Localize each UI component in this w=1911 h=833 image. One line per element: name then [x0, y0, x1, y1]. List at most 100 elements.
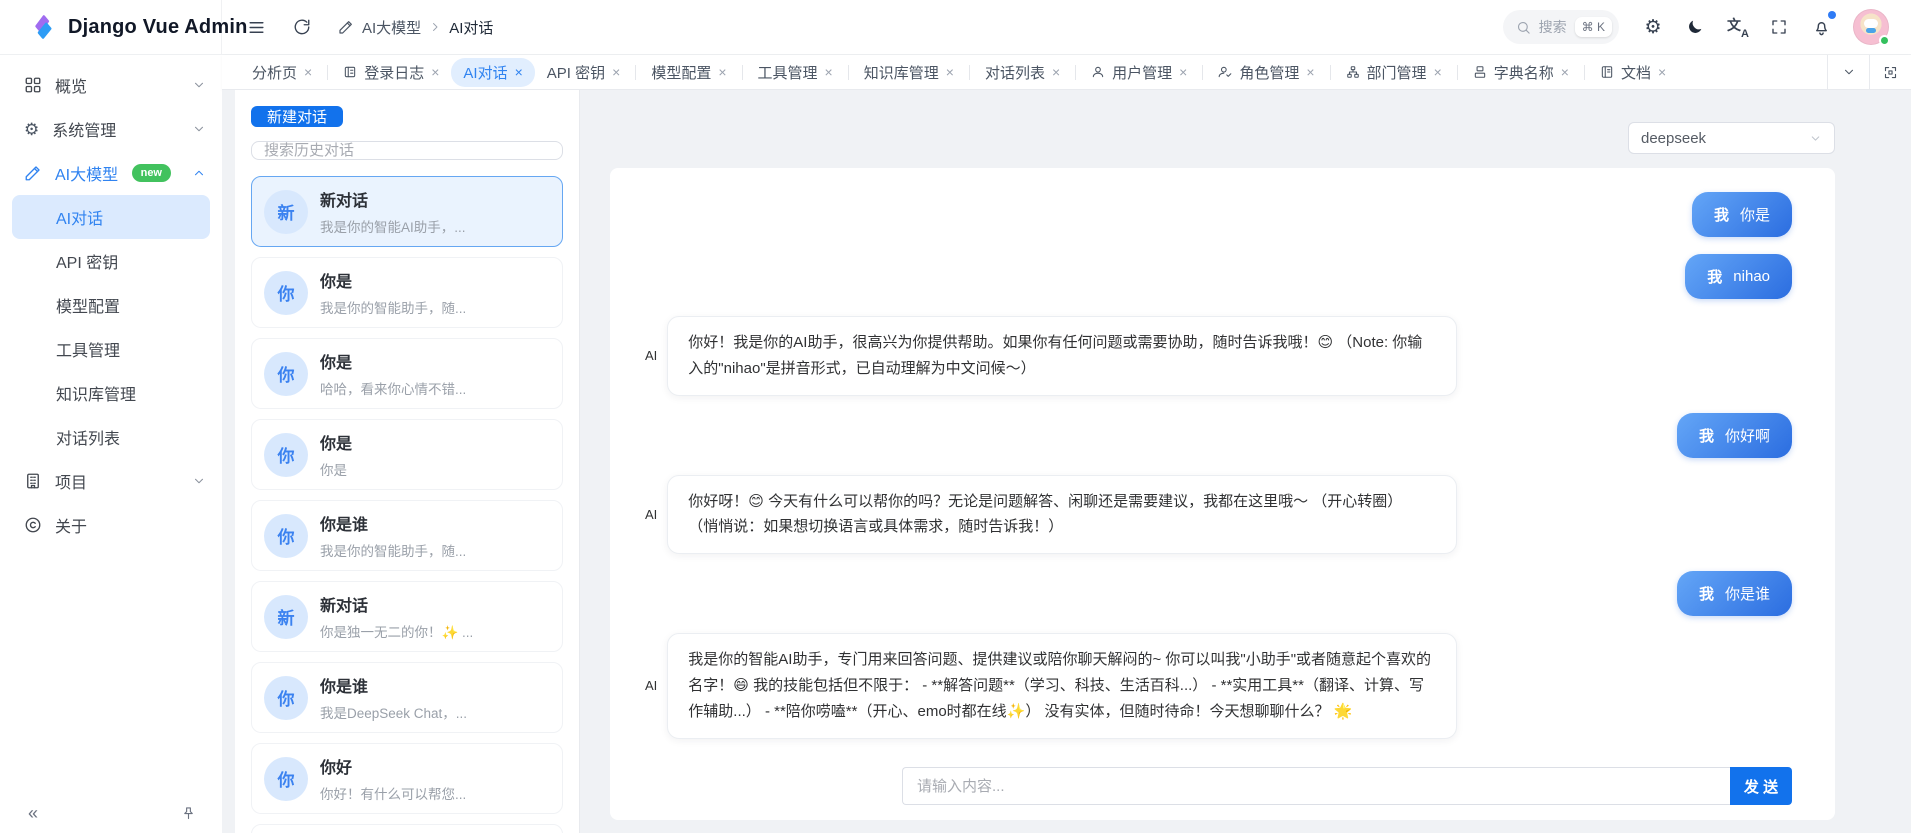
conversation-title: 你是谁 [320, 673, 467, 697]
chevron-down-icon [1809, 132, 1822, 145]
tab-analysis[interactable]: 分析页× [240, 58, 324, 87]
theme-toggle-button[interactable] [1677, 9, 1713, 45]
collapse-sidebar-button[interactable]: « [28, 803, 38, 824]
expand-icon [1883, 65, 1898, 80]
breadcrumb: AI大模型 AI对话 [338, 17, 493, 38]
close-icon[interactable]: × [718, 64, 726, 80]
conversation-title: 你是 [320, 430, 352, 454]
refresh-button[interactable] [284, 9, 320, 45]
sidebar-item-ai-chat[interactable]: AI对话 [12, 195, 210, 239]
close-icon[interactable]: × [431, 64, 439, 80]
refresh-icon [293, 18, 311, 36]
tab-api-key[interactable]: API 密钥 × [535, 58, 633, 87]
tab-label: 文档 [1621, 62, 1651, 83]
copyright-icon [24, 516, 42, 534]
sidebar-item-overview[interactable]: 概览 [0, 63, 222, 107]
tab-divider [1075, 65, 1076, 80]
global-search[interactable]: 搜索 ⌘ K [1503, 10, 1619, 44]
pin-icon[interactable] [181, 806, 196, 821]
close-icon[interactable]: × [1658, 64, 1666, 80]
chevron-down-icon [192, 122, 206, 136]
user-avatar[interactable] [1853, 9, 1889, 45]
conversation-avatar: 你 [264, 271, 308, 315]
sidebar-item-label: API 密钥 [56, 249, 118, 273]
conversation-item[interactable]: 新 新对话你是独一无二的你！✨ ... [251, 581, 563, 652]
tab-divider [327, 65, 328, 80]
new-chat-button[interactable]: 新建对话 [251, 106, 343, 127]
chat-message: AI 我是你的智能AI助手，专门用来回答问题、提供建议或陪你聊天解闷的~ 你可以… [645, 633, 1792, 738]
sidebar-item-api-key[interactable]: API 密钥 [12, 239, 210, 283]
search-icon [1516, 20, 1531, 35]
tab-ai-chat[interactable]: AI对话× [451, 58, 534, 87]
tab-user-management[interactable]: 用户管理× [1079, 58, 1199, 87]
language-button[interactable]: 文A [1719, 9, 1755, 45]
tab-knowledge-base[interactable]: 知识库管理× [852, 58, 966, 87]
tab-dict-name[interactable]: 字典名称× [1461, 58, 1581, 87]
conversation-title: 你是谁 [320, 511, 466, 535]
ai-message-bubble: 你好呀！😊 今天有什么可以帮你的吗？无论是问题解答、闲聊还是需要建议，我都在这里… [667, 475, 1457, 555]
conversation-item[interactable]: 你 你是谁我是DeepSeek Chat，... [251, 662, 563, 733]
tab-conversation-list[interactable]: 对话列表× [973, 58, 1072, 87]
sidebar-toggle-button[interactable] [238, 9, 274, 45]
tab-model-config[interactable]: 模型配置× [639, 58, 738, 87]
conversation-title: 你是 [320, 268, 466, 292]
tab-login-log[interactable]: 登录日志× [331, 58, 451, 87]
chat-message: AI 你好！我是你的AI助手，很高兴为你提供帮助。如果你有任何问题或需要协助，随… [645, 316, 1792, 396]
settings-button[interactable]: ⚙ [1635, 9, 1671, 45]
sidebar-item-system[interactable]: ⚙ 系统管理 [0, 107, 222, 151]
close-icon[interactable]: × [515, 64, 523, 80]
notifications-button[interactable] [1803, 9, 1839, 45]
translate-icon: 文A [1727, 17, 1747, 37]
conversation-item[interactable]: 你 你好你好！有什么可以帮您... [251, 743, 563, 814]
close-icon[interactable]: × [1434, 64, 1442, 80]
send-button[interactable]: 发 送 [1730, 767, 1792, 805]
close-icon[interactable]: × [1561, 64, 1569, 80]
close-icon[interactable]: × [612, 64, 620, 80]
tabs-dropdown-button[interactable] [1827, 55, 1869, 89]
ai-message-avatar: AI [645, 507, 657, 522]
tab-tool-management[interactable]: 工具管理 × [746, 58, 845, 87]
sidebar-item-knowledge-base[interactable]: 知识库管理 [12, 371, 210, 415]
grid-icon [24, 76, 42, 94]
chat-input[interactable] [902, 767, 1730, 805]
conversation-search-input[interactable] [251, 141, 563, 160]
user-message-text: 你是谁 [1725, 583, 1770, 604]
ai-message-avatar: AI [645, 348, 657, 363]
gear-icon: ⚙ [24, 121, 39, 138]
conversation-item[interactable]: 新 新对话 [251, 824, 563, 833]
conversation-item[interactable]: 你 你是你是 [251, 419, 563, 490]
tab-department-management[interactable]: 部门管理× [1334, 58, 1454, 87]
conversation-item[interactable]: 你 你是谁我是你的智能助手，随... [251, 500, 563, 571]
tab-docs[interactable]: 文档 × [1588, 58, 1678, 87]
close-icon[interactable]: × [946, 64, 954, 80]
tab-label: 工具管理 [758, 62, 818, 83]
sidebar-item-tool-management[interactable]: 工具管理 [12, 327, 210, 371]
close-icon[interactable]: × [1179, 64, 1187, 80]
conversation-item[interactable]: 你 你是我是你的智能助手，随... [251, 257, 563, 328]
model-select-value: deepseek [1641, 130, 1706, 147]
conversation-title: 你是 [320, 349, 466, 373]
ai-message-bubble: 你好！我是你的AI助手，很高兴为你提供帮助。如果你有任何问题或需要协助，随时告诉… [667, 316, 1457, 396]
conversation-item[interactable]: 你 你是哈哈，看来你心情不错... [251, 338, 563, 409]
close-icon[interactable]: × [1306, 64, 1314, 80]
conversation-avatar: 你 [264, 757, 308, 801]
conversation-item[interactable]: 新 新对话我是你的智能AI助手，... [251, 176, 563, 247]
model-select[interactable]: deepseek [1628, 122, 1835, 154]
sidebar-item-project[interactable]: 项目 [0, 459, 222, 503]
breadcrumb-section[interactable]: AI大模型 [362, 17, 421, 38]
sidebar-item-conversation-list[interactable]: 对话列表 [12, 415, 210, 459]
close-icon[interactable]: × [1052, 64, 1060, 80]
sidebar-item-model-config[interactable]: 模型配置 [12, 283, 210, 327]
tabs-fullscreen-button[interactable] [1869, 55, 1911, 89]
user-message-bubble: 我 你好啊 [1677, 413, 1792, 458]
sidebar-item-ai-model[interactable]: AI大模型 new [0, 151, 222, 195]
close-icon[interactable]: × [825, 64, 833, 80]
dictionary-icon [1473, 65, 1487, 79]
tab-role-management[interactable]: 角色管理× [1206, 58, 1326, 87]
building-icon [24, 472, 42, 490]
sidebar-item-about[interactable]: 关于 [0, 503, 222, 547]
brand: Django Vue Admin [0, 0, 222, 54]
close-icon[interactable]: × [304, 64, 312, 80]
tab-label: API 密钥 [547, 62, 605, 83]
fullscreen-button[interactable] [1761, 9, 1797, 45]
